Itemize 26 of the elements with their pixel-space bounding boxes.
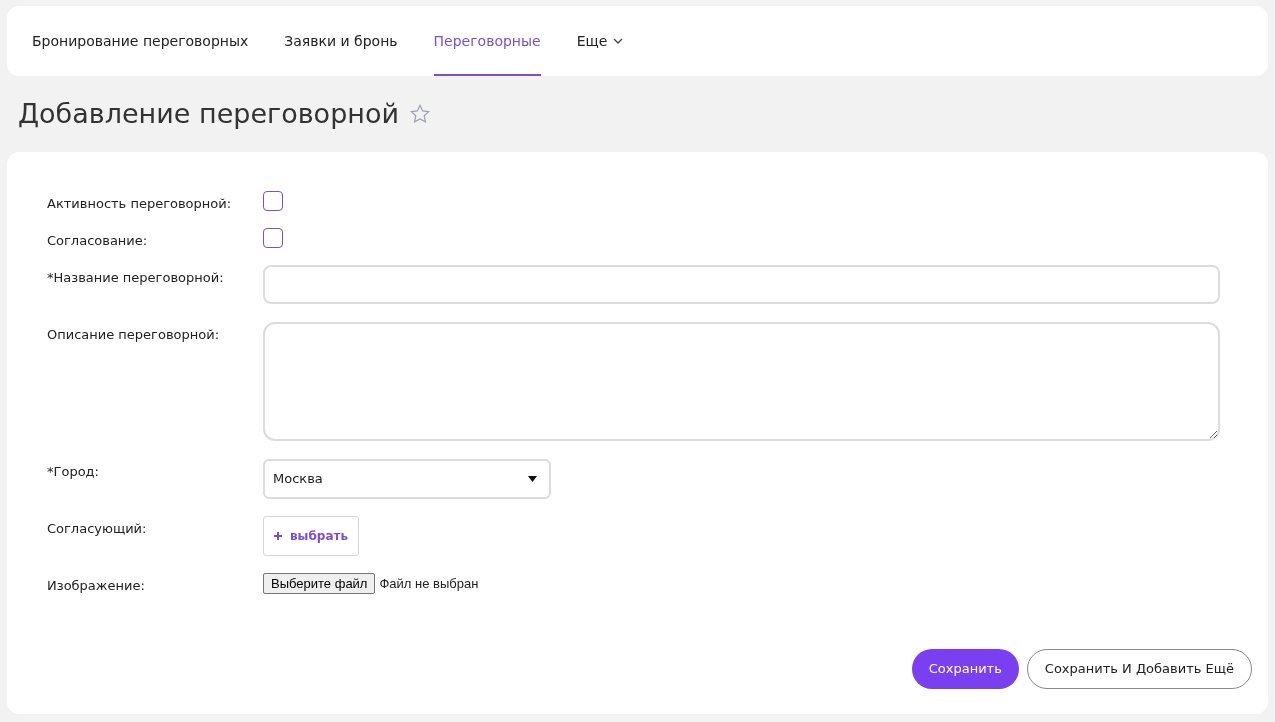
page-title: Добавление переговорной bbox=[18, 96, 399, 131]
field-label: *Название переговорной: bbox=[47, 269, 225, 287]
nav-tab[interactable]: Заявки и бронь bbox=[284, 6, 398, 76]
input-field[interactable] bbox=[263, 265, 1220, 304]
file-status: Файл не выбран bbox=[379, 574, 479, 593]
save-and-add-button[interactable]: Сохранить И Добавить Ещё bbox=[1026, 649, 1252, 689]
plus-icon bbox=[274, 532, 282, 540]
city-select[interactable]: Москва bbox=[263, 459, 551, 499]
nav-tab[interactable]: Переговорные bbox=[433, 6, 541, 76]
chevron-down-icon bbox=[613, 38, 624, 44]
field-label: Описание переговорной: bbox=[47, 326, 221, 344]
save-button[interactable]: Сохранить bbox=[911, 649, 1019, 689]
select-button[interactable]: выбрать bbox=[263, 516, 360, 556]
checkbox[interactable] bbox=[263, 228, 283, 248]
field-label: Согласующий: bbox=[47, 520, 148, 538]
more-menu-tab[interactable]: Еще bbox=[576, 6, 624, 76]
field-label: Активность переговорной: bbox=[47, 195, 233, 213]
caret-icon bbox=[528, 476, 537, 482]
field-label: *Город: bbox=[47, 463, 100, 481]
textarea-field[interactable] bbox=[263, 322, 1220, 441]
field-label: Согласование: bbox=[47, 232, 149, 250]
field-label: Изображение: bbox=[47, 577, 146, 595]
checkbox[interactable] bbox=[263, 191, 283, 211]
nav-tab[interactable]: Бронирование переговорных bbox=[32, 6, 249, 76]
choose-file-button[interactable]: Выберите файл bbox=[263, 573, 376, 594]
star-icon[interactable] bbox=[409, 103, 431, 125]
